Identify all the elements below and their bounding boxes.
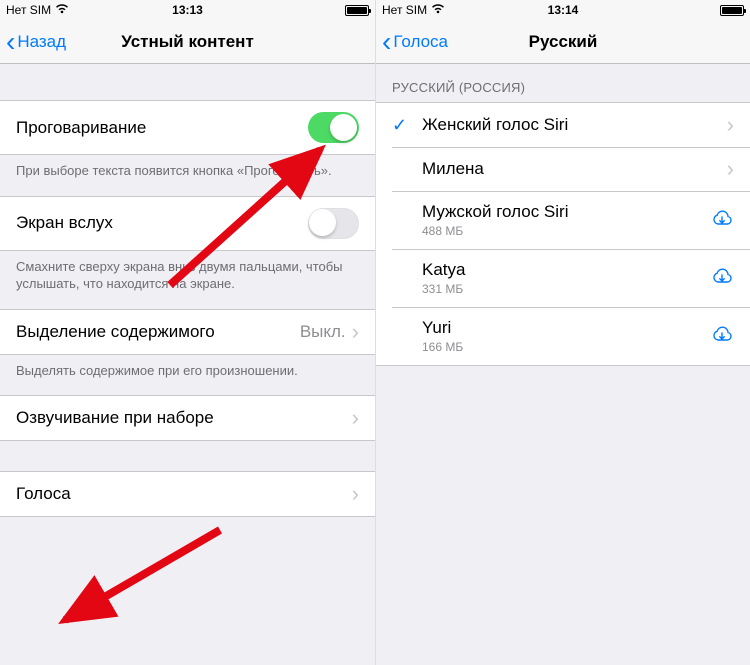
chevron-right-icon: › [727, 114, 734, 136]
chevron-left-icon: ‹ [382, 28, 391, 56]
row-voices[interactable]: Голоса › [0, 471, 375, 516]
clock: 13:14 [376, 3, 750, 17]
voices-list: РУССКИЙ (РОССИЯ) ✓Женский голос Siri›Мил… [376, 64, 750, 665]
battery-icon [345, 5, 369, 16]
cloud-download-icon[interactable] [710, 208, 734, 233]
row-label: Голоса [16, 484, 71, 504]
row-label: Экран вслух [16, 213, 113, 233]
voice-name: Милена [422, 159, 727, 179]
row-speak-screen[interactable]: Экран вслух [0, 196, 375, 250]
toggle-speak-selection[interactable] [308, 112, 359, 143]
back-label: Назад [17, 32, 66, 52]
nav-bar: ‹ Голоса Русский [376, 20, 750, 64]
row-typing-feedback[interactable]: Озвучивание при наборе › [0, 395, 375, 440]
footer-speak-screen: Смахните сверху экрана вниз двумя пальца… [0, 251, 375, 309]
back-button[interactable]: ‹ Голоса [376, 28, 448, 56]
row-label: Проговаривание [16, 118, 146, 138]
voice-size: 331 МБ [422, 282, 710, 296]
voice-name: Yuri [422, 318, 710, 338]
chevron-right-icon: › [352, 407, 359, 429]
toggle-speak-screen[interactable] [308, 208, 359, 239]
row-speak-selection[interactable]: Проговаривание [0, 100, 375, 154]
voice-size: 488 МБ [422, 224, 710, 238]
cloud-download-icon[interactable] [710, 324, 734, 349]
chevron-right-icon: › [352, 483, 359, 505]
settings-list: Проговаривание При выборе текста появитс… [0, 64, 375, 665]
checkmark-icon: ✓ [392, 115, 422, 136]
status-bar: Нет SIM 13:14 [376, 0, 750, 20]
voice-name: Katya [422, 260, 710, 280]
screen-spoken-content: Нет SIM 13:13 ‹ Назад Устный контент Про… [0, 0, 375, 665]
voice-row[interactable]: Мужской голос Siri 488 МБ [376, 191, 750, 249]
row-value: Выкл. [300, 322, 346, 342]
voice-row[interactable]: Милена› [376, 147, 750, 191]
voice-row[interactable]: Yuri 166 МБ [376, 307, 750, 365]
row-label: Озвучивание при наборе [16, 408, 214, 428]
footer-speak-selection: При выборе текста появится кнопка «Прого… [0, 155, 375, 196]
voice-name: Женский голос Siri [422, 115, 727, 135]
footer-highlight: Выделять содержимое при его произношении… [0, 355, 375, 396]
chevron-left-icon: ‹ [6, 28, 15, 56]
section-header: РУССКИЙ (РОССИЯ) [376, 64, 750, 102]
status-bar: Нет SIM 13:13 [0, 0, 375, 20]
row-highlight-content[interactable]: Выделение содержимого Выкл. › [0, 309, 375, 354]
cloud-download-icon[interactable] [710, 266, 734, 291]
chevron-right-icon: › [352, 321, 359, 343]
chevron-right-icon: › [727, 158, 734, 180]
back-label: Голоса [393, 32, 448, 52]
voice-name: Мужской голос Siri [422, 202, 710, 222]
battery-icon [720, 5, 744, 16]
voice-size: 166 МБ [422, 340, 710, 354]
clock: 13:13 [0, 3, 375, 17]
back-button[interactable]: ‹ Назад [0, 28, 66, 56]
screen-russian-voices: Нет SIM 13:14 ‹ Голоса Русский РУССКИЙ (… [375, 0, 750, 665]
voice-row[interactable]: Katya 331 МБ [376, 249, 750, 307]
nav-bar: ‹ Назад Устный контент [0, 20, 375, 64]
row-label: Выделение содержимого [16, 322, 215, 342]
voice-row[interactable]: ✓Женский голос Siri› [376, 102, 750, 147]
